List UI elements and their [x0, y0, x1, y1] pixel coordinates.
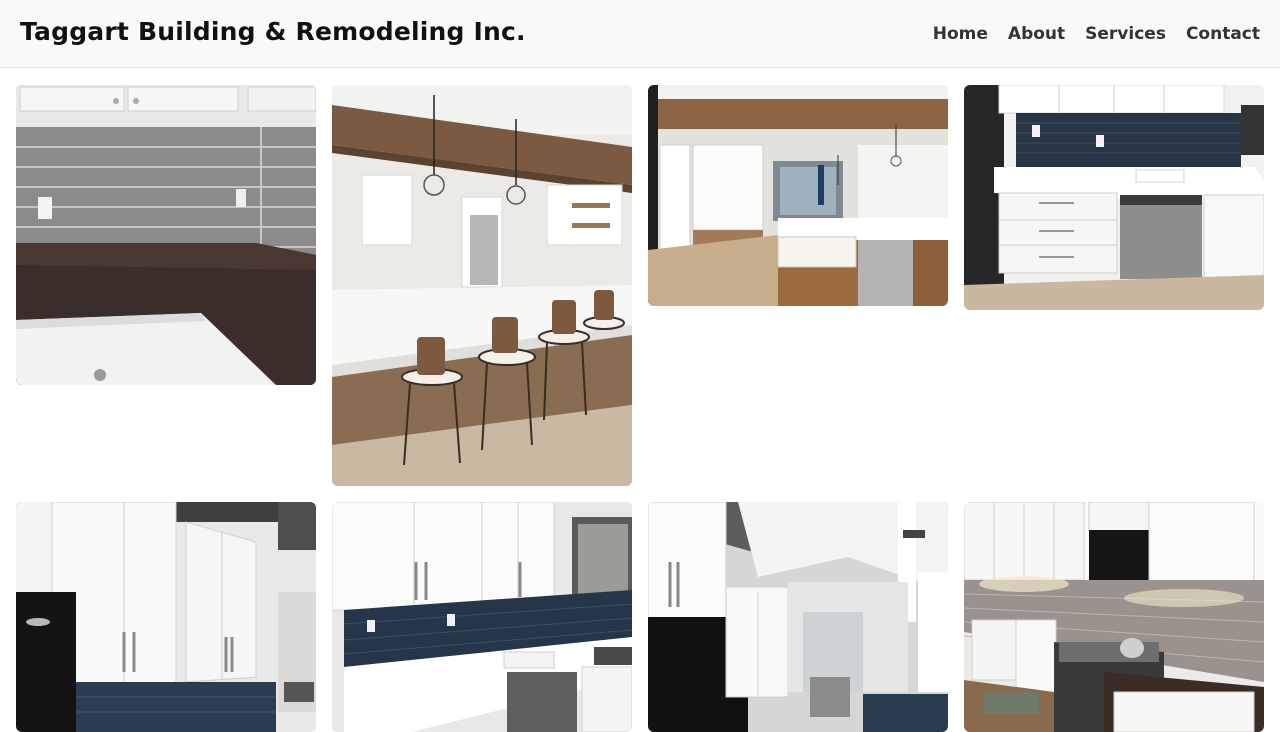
- photo-open-kitchen-farmhouse-sink-island: [648, 85, 948, 306]
- gallery-photo-5[interactable]: [16, 502, 316, 732]
- photo-gray-tile-kitchen-gas-range: [964, 502, 1264, 732]
- gallery-photo-3[interactable]: [648, 85, 948, 306]
- nav-home-link[interactable]: Home: [933, 24, 988, 44]
- photo-tall-white-cabinets-black-fridge: [16, 502, 316, 732]
- gallery-photo-6[interactable]: [332, 502, 632, 732]
- photo-gray-subway-tile-backsplash-granite-corner: [16, 85, 316, 385]
- photo-navy-tile-backsplash-dishwasher: [964, 85, 1264, 310]
- photo-vaulted-ceiling-kitchen-black-fridge: [648, 502, 948, 732]
- gallery-photo-2[interactable]: [332, 85, 632, 486]
- nav-services-link[interactable]: Services: [1085, 24, 1166, 44]
- gallery-photo-1[interactable]: [16, 85, 316, 385]
- site-title[interactable]: Taggart Building & Remodeling Inc.: [20, 17, 526, 46]
- site-header: Taggart Building & Remodeling Inc. Home …: [0, 0, 1280, 68]
- main-nav: Home About Services Contact: [913, 24, 1260, 44]
- gallery-photo-4[interactable]: [964, 85, 1264, 310]
- photo-kitchen-island-wood-beam-barstools: [332, 85, 632, 486]
- gallery-photo-7[interactable]: [648, 502, 948, 732]
- nav-contact-link[interactable]: Contact: [1186, 24, 1260, 44]
- gallery-photo-8[interactable]: [964, 502, 1264, 732]
- nav-about-link[interactable]: About: [1008, 24, 1065, 44]
- photo-white-cabinets-navy-backsplash-corner: [332, 502, 632, 732]
